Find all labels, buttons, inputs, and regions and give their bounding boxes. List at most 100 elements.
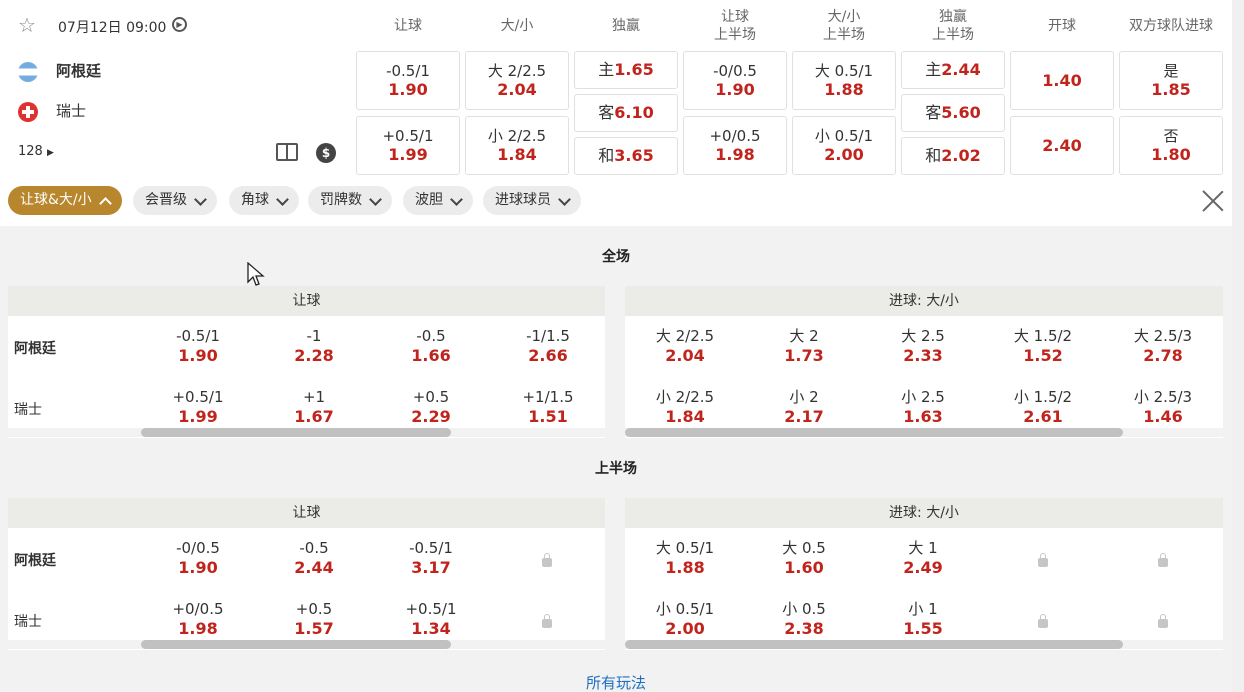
away-team-name: 瑞士 (56, 102, 87, 120)
section-title-full: 全场 (602, 249, 630, 265)
filter-advance[interactable]: 会晋级 (133, 186, 217, 215)
home-team-name: 阿根廷 (56, 62, 102, 80)
filter-hdp-ou[interactable]: 让球&大/小 (8, 186, 122, 215)
hscroll-thumb[interactable] (625, 640, 1123, 649)
match-datetime: 07月12日 09:00 (58, 20, 167, 36)
odds-cell[interactable]: +1/1.5 1.51 (498, 388, 598, 426)
odds-ml-1h-home[interactable]: 主2.44 (901, 51, 1005, 89)
lock-icon (1038, 553, 1048, 567)
col-head-kickoff: 开球 (1048, 18, 1076, 34)
panel-team-away: 瑞士 (14, 402, 42, 418)
odds-cell[interactable]: 小 0.5 2.38 (754, 600, 854, 638)
odds-cell[interactable]: 小 2.5/3 1.46 (1113, 388, 1213, 426)
odds-cell[interactable]: -1 2.28 (264, 327, 364, 365)
col-head-btts: 双方球队进球 (1129, 18, 1213, 34)
odds-cell[interactable]: -0.5 1.66 (381, 327, 481, 365)
odds-ml-away[interactable]: 客6.10 (574, 94, 678, 132)
odds-btts-yes[interactable]: 是 1.85 (1119, 51, 1223, 110)
odds-cell[interactable]: +0.5/1 1.99 (148, 388, 248, 426)
panel-half-hdp: 让球 阿根廷 瑞士 -0/0.5 1.90 -0.5 2.44 -0.5/1 3.17… (8, 498, 605, 650)
hscroll-thumb[interactable] (625, 428, 1123, 437)
lock-icon (1158, 553, 1168, 567)
col-head-moneyline: 独赢 (612, 18, 640, 34)
odds-kickoff-away[interactable]: 2.40 (1010, 116, 1114, 175)
odds-cell[interactable]: -0.5/1 3.17 (381, 539, 481, 577)
odds-hdp-away[interactable]: +0.5/1 1.99 (356, 116, 460, 175)
odds-ou-over[interactable]: 大 2/2.5 2.04 (465, 51, 569, 110)
flag-argentina-icon (18, 61, 38, 82)
lock-icon (1038, 614, 1048, 628)
odds-ou-1h-over[interactable]: 大 0.5/1 1.88 (792, 51, 896, 110)
all-markets-link[interactable]: 所有玩法 (0, 672, 1232, 692)
odds-cell[interactable]: +1 1.67 (264, 388, 364, 426)
odds-cell[interactable]: 大 2.5 2.33 (873, 327, 973, 365)
hscroll-thumb[interactable] (141, 428, 451, 437)
odds-cell[interactable]: 大 2 1.73 (754, 327, 854, 365)
odds-cell[interactable]: 小 2.5 1.63 (873, 388, 973, 426)
match-header: ☆ 07月12日 09:00 ▶ 阿根廷 瑞士 128 ▶ $ 让球 大/小 独… (0, 0, 1232, 226)
odds-cell[interactable]: 大 2.5/3 2.78 (1113, 327, 1213, 365)
odds-ml-1h-draw[interactable]: 和2.02 (901, 137, 1005, 175)
lock-icon (1158, 614, 1168, 628)
panel-team-home: 阿根廷 (14, 341, 56, 357)
pitch-icon[interactable] (276, 143, 298, 161)
odds-cell[interactable]: 大 1 2.49 (873, 539, 973, 577)
live-icon[interactable]: ▶ (172, 17, 187, 32)
star-icon[interactable]: ☆ (18, 14, 36, 36)
panel-half-ou: 进球: 大/小 大 0.5/1 1.88 大 0.5 1.60 大 1 2.49 小 … (625, 498, 1223, 650)
col-head-ou: 大/小 (500, 18, 534, 34)
odds-btts-no[interactable]: 否 1.80 (1119, 116, 1223, 175)
lock-icon (542, 614, 552, 628)
odds-kickoff-home[interactable]: 1.40 (1010, 51, 1114, 110)
odds-cell[interactable]: 小 2 2.17 (754, 388, 854, 426)
odds-cell[interactable]: +0.5/1 1.34 (381, 600, 481, 638)
odds-cell[interactable]: 小 1.5/2 2.61 (993, 388, 1093, 426)
lock-icon (542, 553, 552, 567)
panel-team-home: 阿根廷 (14, 553, 56, 569)
odds-cell[interactable]: -1/1.5 2.66 (498, 327, 598, 365)
chevron-right-icon: ▶ (46, 148, 54, 158)
panel-head: 进球: 大/小 (625, 498, 1223, 528)
filter-corners[interactable]: 角球 (229, 186, 299, 215)
odds-cell[interactable]: +0/0.5 1.98 (148, 600, 248, 638)
odds-cell[interactable]: -0.5/1 1.90 (148, 327, 248, 365)
odds-cell[interactable]: 大 0.5 1.60 (754, 539, 854, 577)
odds-cell[interactable]: +0.5 2.29 (381, 388, 481, 426)
odds-cell[interactable]: +0.5 1.57 (264, 600, 364, 638)
panel-full-hdp: 让球 阿根廷 瑞士 -0.5/1 1.90 -1 2.28 -0.5 1.66 -1/… (8, 286, 605, 438)
more-markets-count[interactable]: 128 ▶ (18, 144, 54, 159)
odds-ou-1h-under[interactable]: 小 0.5/1 2.00 (792, 116, 896, 175)
filter-goalscorer[interactable]: 进球球员 (483, 186, 581, 215)
odds-cell[interactable]: 小 2/2.5 1.84 (635, 388, 735, 426)
page-scrollbar[interactable] (1232, 0, 1244, 692)
col-head-hdp-1h: 让球 上半场 (714, 9, 756, 43)
panel-head: 让球 (8, 498, 605, 528)
panel-full-ou: 进球: 大/小 大 2/2.5 2.04 大 2 1.73 大 2.5 2.33 大 … (625, 286, 1223, 438)
odds-cell[interactable]: 大 0.5/1 1.88 (635, 539, 735, 577)
odds-hdp-1h-home[interactable]: -0/0.5 1.90 (683, 51, 787, 110)
odds-cell[interactable]: 小 1 1.55 (873, 600, 973, 638)
col-head-ou-1h: 大/小 上半场 (823, 9, 865, 43)
close-icon[interactable] (1202, 190, 1224, 212)
filter-cards[interactable]: 罚牌数 (308, 186, 392, 215)
hscroll-thumb[interactable] (141, 640, 451, 649)
odds-cell[interactable]: -0/0.5 1.90 (148, 539, 248, 577)
flag-switzerland-icon (18, 101, 38, 122)
section-title-half: 上半场 (595, 461, 637, 477)
odds-ml-home[interactable]: 主1.65 (574, 51, 678, 89)
panel-head: 让球 (8, 286, 605, 316)
odds-ml-draw[interactable]: 和3.65 (574, 137, 678, 175)
odds-cell[interactable]: 大 1.5/2 1.52 (993, 327, 1093, 365)
away-team: 瑞士 (18, 100, 86, 122)
odds-cell[interactable]: 大 2/2.5 2.04 (635, 327, 735, 365)
coin-icon[interactable]: $ (316, 143, 336, 163)
odds-hdp-home[interactable]: -0.5/1 1.90 (356, 51, 460, 110)
filter-correct-score[interactable]: 波胆 (403, 186, 473, 215)
app-root: ☆ 07月12日 09:00 ▶ 阿根廷 瑞士 128 ▶ $ 让球 大/小 独… (0, 0, 1244, 692)
odds-ou-under[interactable]: 小 2/2.5 1.84 (465, 116, 569, 175)
odds-cell[interactable]: 小 0.5/1 2.00 (635, 600, 735, 638)
odds-ml-1h-away[interactable]: 客5.60 (901, 94, 1005, 132)
odds-hdp-1h-away[interactable]: +0/0.5 1.98 (683, 116, 787, 175)
panel-team-away: 瑞士 (14, 614, 42, 630)
odds-cell[interactable]: -0.5 2.44 (264, 539, 364, 577)
